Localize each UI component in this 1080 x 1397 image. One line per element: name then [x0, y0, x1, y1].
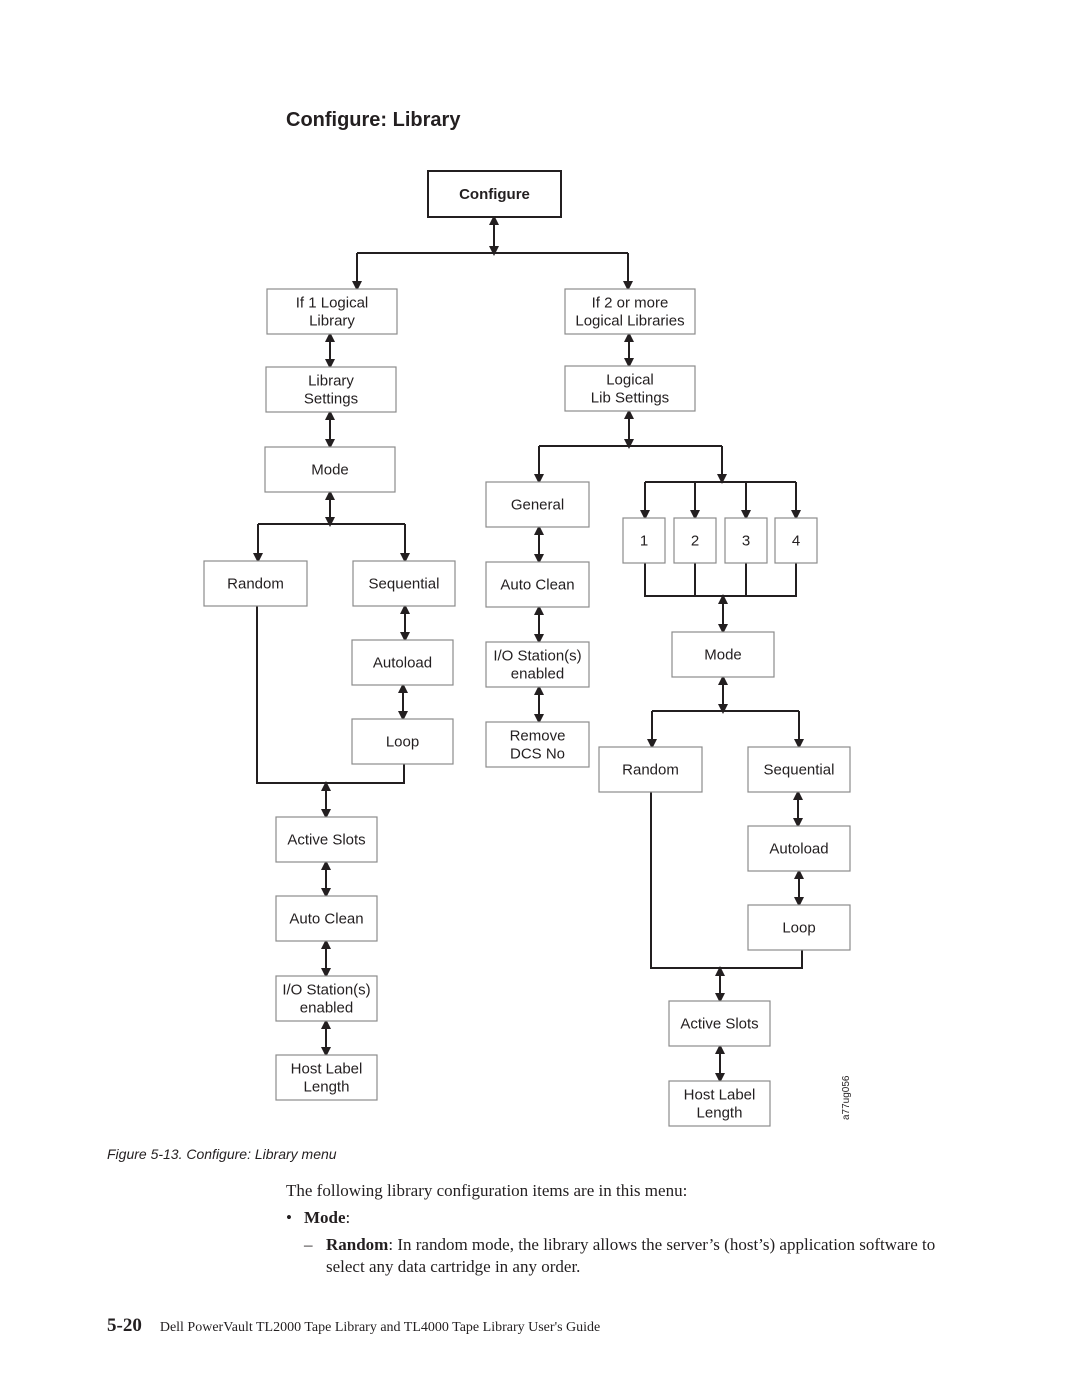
node-active-slots-r: Active Slots [668, 1000, 771, 1047]
node-loop-r: Loop [747, 904, 851, 951]
node-label: Autoload [373, 655, 432, 672]
node-sequential-r: Sequential [747, 746, 851, 793]
intro-paragraph: The following library configuration item… [286, 1181, 688, 1200]
dash-text: : In random mode, the library allows the… [326, 1235, 936, 1276]
node-label: Host Label [684, 1087, 756, 1104]
figure-id: a77ug056 [841, 1075, 852, 1120]
node-label: DCS No [510, 746, 565, 763]
bullet-mode: • Mode: [286, 1207, 966, 1229]
node-if1: If 1 LogicalLibrary [266, 288, 398, 335]
node-label: Mode [311, 462, 349, 479]
node-label: Auto Clean [289, 911, 363, 928]
node-label: 2 [691, 533, 699, 550]
node-random-l: Random [203, 560, 308, 607]
node-random-r: Random [598, 746, 703, 793]
node-mode-l: Mode [264, 446, 396, 493]
node-label: Length [697, 1105, 743, 1122]
node-label: Mode [704, 647, 742, 664]
node-mode-r: Mode [671, 631, 775, 678]
node-active-slots-l: Active Slots [275, 816, 378, 863]
page-footer: 5-20 Dell PowerVault TL2000 Tape Library… [107, 1315, 600, 1337]
node-label: 1 [640, 533, 648, 550]
node-label: enabled [511, 666, 564, 683]
node-label: Configure [459, 186, 530, 203]
dash-term: Random [326, 1235, 389, 1254]
node-label: Auto Clean [500, 577, 574, 594]
node-lib4: 4 [774, 517, 818, 564]
node-label: Logical [606, 372, 654, 389]
node-lib-settings: LibrarySettings [265, 366, 397, 413]
node-io-station-g: I/O Station(s)enabled [485, 641, 590, 688]
node-label: Lib Settings [591, 390, 669, 407]
node-label: Random [227, 576, 284, 593]
node-label: Logical Libraries [575, 313, 684, 330]
node-label: I/O Station(s) [282, 982, 370, 999]
node-label: Length [304, 1079, 350, 1096]
node-label: 3 [742, 533, 750, 550]
node-autoload-l: Autoload [351, 639, 454, 686]
node-label: Library [309, 313, 355, 330]
node-if2: If 2 or moreLogical Libraries [564, 288, 696, 335]
node-auto-clean-l: Auto Clean [275, 895, 378, 942]
node-label: Settings [304, 391, 358, 408]
node-label: Library [308, 373, 354, 390]
bullet-mark: • [286, 1208, 292, 1227]
node-lib1: 1 [622, 517, 666, 564]
node-logical-lib-settings: LogicalLib Settings [564, 365, 696, 412]
node-general: General [485, 481, 590, 528]
connector [644, 563, 797, 597]
figure-caption: Figure 5-13. Configure: Library menu [107, 1146, 337, 1162]
node-label: I/O Station(s) [493, 648, 581, 665]
node-label: Random [622, 762, 679, 779]
node-autoload-r: Autoload [747, 825, 851, 872]
node-label: Active Slots [680, 1016, 758, 1033]
configure-library-flowchart: ConfigureIf 1 LogicalLibraryIf 2 or more… [203, 170, 852, 1127]
node-label: Active Slots [287, 832, 365, 849]
node-label: Host Label [291, 1061, 363, 1078]
node-label: General [511, 497, 564, 514]
node-remove-dcs: RemoveDCS No [485, 721, 590, 768]
node-label: Autoload [769, 841, 828, 858]
node-label: If 1 Logical [296, 295, 369, 312]
node-host-label-l: Host LabelLength [275, 1054, 378, 1101]
node-label: Loop [386, 734, 419, 751]
node-label: Sequential [764, 762, 835, 779]
node-loop-l: Loop [351, 718, 454, 765]
node-label: enabled [300, 1000, 353, 1017]
nodes: ConfigureIf 1 LogicalLibraryIf 2 or more… [203, 170, 851, 1127]
node-auto-clean-g: Auto Clean [485, 561, 590, 608]
node-configure: Configure [427, 170, 562, 218]
body-text: The following library configuration item… [286, 1180, 966, 1278]
node-label: Sequential [369, 576, 440, 593]
node-host-label-r: Host LabelLength [668, 1080, 771, 1127]
page-number: 5-20 [107, 1315, 142, 1336]
bullet-term: Mode [304, 1208, 346, 1227]
node-io-station-l: I/O Station(s)enabled [275, 975, 378, 1022]
node-lib3: 3 [724, 517, 768, 564]
dash-random: – Random: In random mode, the library al… [286, 1234, 966, 1278]
node-label: Loop [782, 920, 815, 937]
node-label: Remove [510, 728, 566, 745]
node-lib2: 2 [673, 517, 717, 564]
bullet-suffix: : [345, 1208, 351, 1227]
dash-mark: – [304, 1235, 313, 1254]
node-label: If 2 or more [592, 295, 669, 312]
node-label: 4 [792, 533, 800, 550]
guide-title: Dell PowerVault TL2000 Tape Library and … [159, 1320, 601, 1335]
node-sequential-l: Sequential [352, 560, 456, 607]
